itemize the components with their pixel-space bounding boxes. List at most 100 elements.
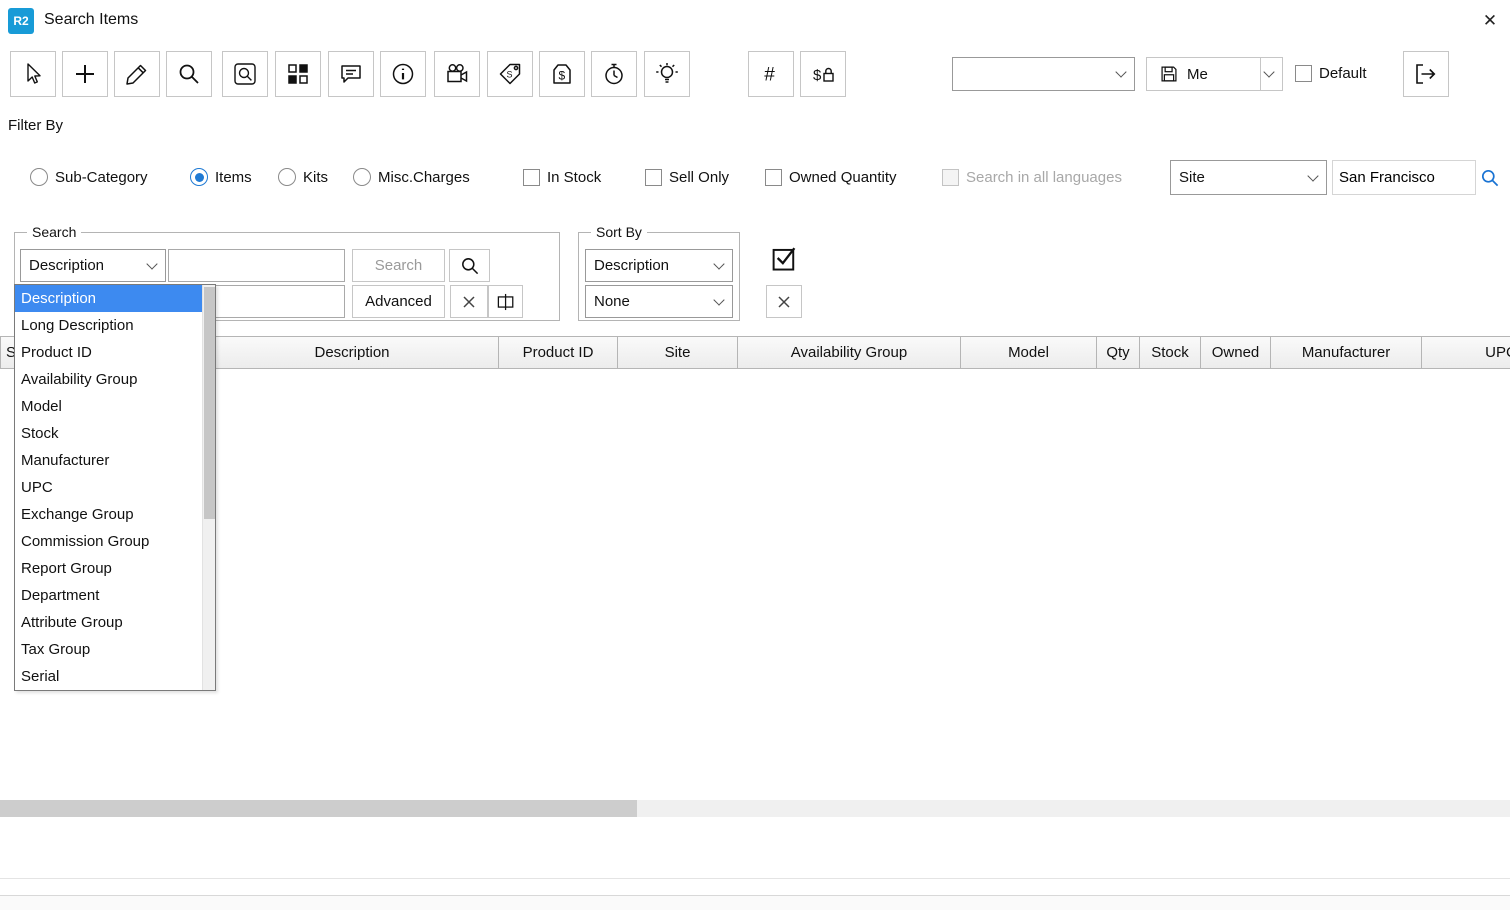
- dropdown-option[interactable]: Availability Group: [15, 366, 202, 393]
- column-header-model[interactable]: Model: [960, 336, 1097, 369]
- dropdown-option[interactable]: Commission Group: [15, 528, 202, 555]
- radio-misc-charges[interactable]: Misc.Charges: [353, 165, 470, 189]
- select-checked-button[interactable]: [766, 240, 802, 276]
- find-window-button[interactable]: [222, 51, 268, 97]
- advanced-button[interactable]: Advanced: [352, 285, 445, 318]
- exit-button[interactable]: [1403, 51, 1449, 97]
- checkbox-label: In Stock: [547, 169, 601, 186]
- horizontal-scrollbar[interactable]: [0, 800, 1510, 817]
- radio-circle-selected: [190, 168, 208, 186]
- scrollbar-thumb[interactable]: [204, 287, 215, 519]
- status-bar: [0, 896, 1510, 910]
- site-search-input[interactable]: [1332, 160, 1476, 195]
- site-search-button[interactable]: [1477, 165, 1503, 191]
- search-window-icon: [232, 61, 258, 87]
- clear-search-button[interactable]: [450, 285, 488, 318]
- search-field-combobox[interactable]: Description: [20, 249, 166, 282]
- stopwatch-icon: [601, 61, 627, 87]
- search-icon-blue: [1479, 167, 1501, 189]
- clear-sort-button[interactable]: [766, 285, 802, 318]
- radio-circle: [30, 168, 48, 186]
- column-header-site[interactable]: Site: [617, 336, 738, 369]
- sort-secondary-value: None: [594, 293, 630, 310]
- save-icon: [1159, 64, 1179, 84]
- dollar-lock-icon: $: [810, 61, 836, 87]
- checkbox-box: [765, 169, 782, 186]
- dropdown-option[interactable]: Serial: [15, 663, 202, 690]
- checkbox-search-all-languages: Search in all languages: [942, 165, 1122, 189]
- close-icon[interactable]: ✕: [1477, 8, 1503, 34]
- timer-button[interactable]: [591, 51, 637, 97]
- search-button[interactable]: Search: [352, 249, 445, 282]
- svg-text:S: S: [507, 70, 513, 80]
- column-header-manufacturer[interactable]: Manufacturer: [1270, 336, 1422, 369]
- radio-sub-category[interactable]: Sub-Category: [30, 165, 148, 189]
- radio-circle: [353, 168, 371, 186]
- dropdown-option[interactable]: Attribute Group: [15, 609, 202, 636]
- dropdown-option[interactable]: Tax Group: [15, 636, 202, 663]
- sort-primary-combobox[interactable]: Description: [585, 249, 733, 282]
- media-button[interactable]: [434, 51, 480, 97]
- column-header-qty[interactable]: Qty: [1096, 336, 1140, 369]
- edit-button[interactable]: [114, 51, 160, 97]
- column-header-description[interactable]: Description: [205, 336, 499, 369]
- find-button[interactable]: [166, 51, 212, 97]
- scrollbar-thumb[interactable]: [0, 800, 637, 817]
- dropdown-option-selected[interactable]: Description: [15, 285, 202, 312]
- dropdown-option[interactable]: Stock: [15, 420, 202, 447]
- checkbox-owned-quantity[interactable]: Owned Quantity: [765, 165, 897, 189]
- add-button[interactable]: [62, 51, 108, 97]
- dropdown-option[interactable]: Long Description: [15, 312, 202, 339]
- dropdown-option[interactable]: Model: [15, 393, 202, 420]
- me-split-button[interactable]: Me: [1146, 57, 1283, 91]
- pointer-icon: [20, 61, 46, 87]
- checkbox-box: [645, 169, 662, 186]
- site-combobox[interactable]: Site: [1170, 160, 1327, 195]
- search-go-button[interactable]: [449, 249, 490, 282]
- dollar-tag-icon: $: [549, 61, 575, 87]
- dropdown-option[interactable]: Product ID: [15, 339, 202, 366]
- checked-box-icon: [769, 243, 799, 273]
- dropdown-option[interactable]: Manufacturer: [15, 447, 202, 474]
- radio-label: Sub-Category: [55, 169, 148, 186]
- dropdown-option[interactable]: Report Group: [15, 555, 202, 582]
- notes-button[interactable]: [328, 51, 374, 97]
- column-header-upc[interactable]: UPC: [1421, 336, 1510, 369]
- radio-items[interactable]: Items: [190, 165, 252, 189]
- grid-view-button[interactable]: [275, 51, 321, 97]
- column-header-product-id[interactable]: Product ID: [498, 336, 618, 369]
- dropdown-option[interactable]: UPC: [15, 474, 202, 501]
- dropdown-option[interactable]: Department: [15, 582, 202, 609]
- radio-label: Kits: [303, 169, 328, 186]
- exit-icon: [1413, 61, 1439, 87]
- radio-kits[interactable]: Kits: [278, 165, 328, 189]
- sort-by-legend: Sort By: [591, 224, 647, 240]
- search-text-input[interactable]: [168, 249, 345, 282]
- me-dropdown-arrow[interactable]: [1260, 58, 1282, 90]
- default-checkbox[interactable]: Default: [1295, 61, 1367, 85]
- sort-secondary-combobox[interactable]: None: [585, 285, 733, 318]
- svg-text:#: #: [764, 65, 775, 86]
- serial-tag-button[interactable]: S: [487, 51, 533, 97]
- checkbox-sell-only[interactable]: Sell Only: [645, 165, 729, 189]
- sort-primary-value: Description: [594, 257, 669, 274]
- dropdown-scrollbar[interactable]: [202, 285, 215, 690]
- price-lock-button[interactable]: $: [800, 51, 846, 97]
- column-header-availability-group[interactable]: Availability Group: [737, 336, 961, 369]
- checkbox-in-stock[interactable]: In Stock: [523, 165, 601, 189]
- default-checkbox-label: Default: [1319, 65, 1367, 82]
- search-icon: [176, 61, 202, 87]
- expand-panel-button[interactable]: [488, 285, 523, 318]
- price-tag-button[interactable]: $: [539, 51, 585, 97]
- column-header-stock[interactable]: Stock: [1139, 336, 1201, 369]
- grid-icon: [285, 61, 311, 87]
- select-tool-button[interactable]: [10, 51, 56, 97]
- results-table-header: S Description Product ID Site Availabili…: [0, 336, 1510, 369]
- hash-icon: #: [758, 61, 784, 87]
- suggest-button[interactable]: [644, 51, 690, 97]
- column-header-owned[interactable]: Owned: [1200, 336, 1271, 369]
- hash-button[interactable]: #: [748, 51, 794, 97]
- dropdown-option[interactable]: Exchange Group: [15, 501, 202, 528]
- info-button[interactable]: [380, 51, 426, 97]
- preset-combobox[interactable]: [952, 57, 1135, 91]
